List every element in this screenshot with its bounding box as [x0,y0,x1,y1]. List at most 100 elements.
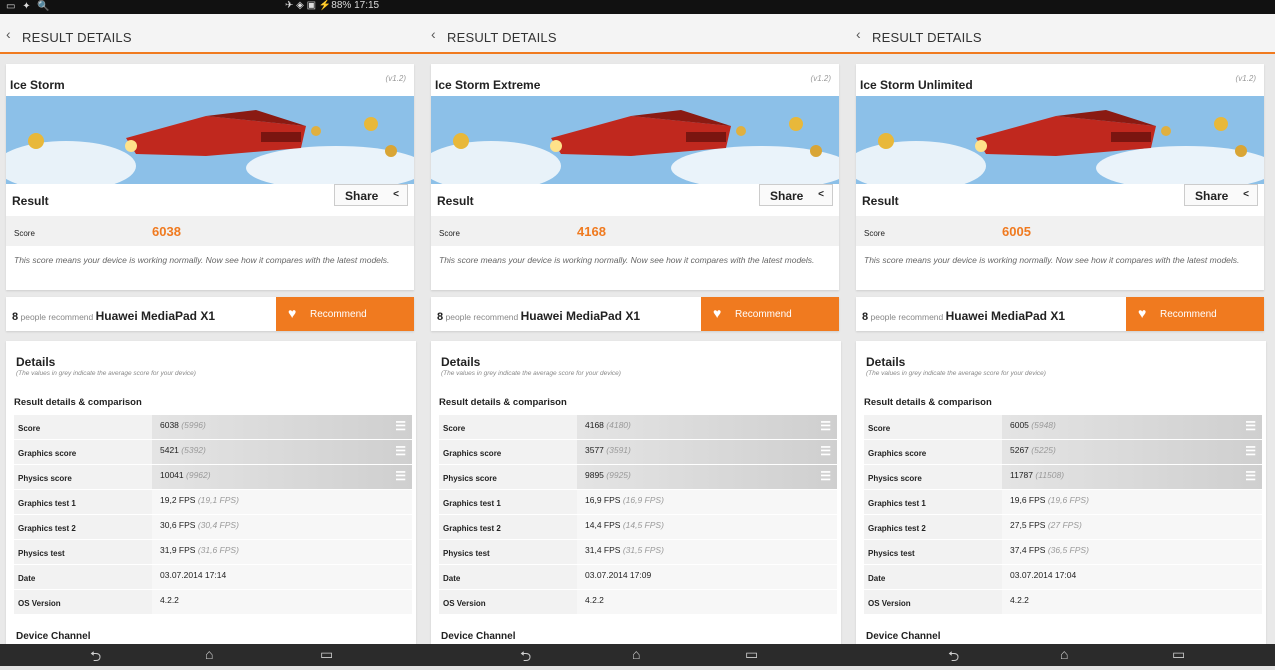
home-icon[interactable]: ⌂ [205,646,213,662]
expand-icon[interactable]: ☰ [395,419,406,433]
details-table: Score 6038 (5996) ☰ Graphics score 5421 (539… [14,415,412,615]
expand-icon[interactable]: ☰ [820,444,831,458]
heart-icon: ♥ [288,305,297,321]
row-label: Graphics test 2 [439,515,577,539]
recents-icon[interactable]: ▭ [1172,646,1185,663]
row-average: (9925) [606,470,631,480]
expand-icon[interactable]: ☰ [395,469,406,483]
comparison-title: Result details & comparison [439,397,567,408]
share-label: Share [345,189,379,203]
table-row: Graphics score 3577 (3591) ☰ [439,440,837,465]
row-average: (31,5 FPS) [622,545,664,555]
row-average: (19,1 FPS) [197,495,239,505]
share-button[interactable]: Share < [759,184,833,206]
row-value-text: 19,6 FPS [1010,495,1046,505]
row-average: (16,9 FPS) [622,495,664,505]
row-value: 4.2.2 [1002,590,1262,614]
table-row: Graphics test 1 16,9 FPS (16,9 FPS) [439,490,837,515]
details-table: Score 6005 (5948) ☰ Graphics score 5267 (522… [864,415,1262,615]
share-button[interactable]: Share < [1184,184,1258,206]
status-icons: ▭ ✦ 🔍 [6,1,52,12]
table-row: Graphics test 2 14,4 FPS (14,5 FPS) [439,515,837,540]
test-name: Ice Storm [10,78,65,92]
back-icon[interactable]: ⮌ [520,646,531,670]
details-subtitle: (The values in grey indicate the average… [866,370,1046,377]
row-label: Graphics score [14,440,152,464]
recommend-caption: people recommend [445,312,519,322]
row-value-text: 3577 [585,445,604,455]
recents-icon[interactable]: ▭ [320,646,333,663]
expand-icon[interactable]: ☰ [1245,444,1256,458]
back-chevron-icon[interactable]: ‹ [6,26,11,42]
row-value-text: 03.07.2014 17:09 [585,570,652,580]
share-label: Share [1195,189,1229,203]
version-label: (v1.2) [385,74,406,83]
table-row: Score 6005 (5948) ☰ [864,415,1262,440]
details-title: Details [16,355,56,369]
recommend-text: 8 people recommend Huawei MediaPad X1 [862,309,1065,323]
row-label: Date [14,565,152,589]
back-icon[interactable]: ⮌ [948,646,959,670]
back-chevron-icon[interactable]: ‹ [431,26,436,42]
table-row: Graphics test 2 30,6 FPS (30,4 FPS) [14,515,412,540]
page-title: RESULT DETAILS [447,30,557,45]
details-table: Score 4168 (4180) ☰ Graphics score 3577 (359… [439,415,837,615]
back-icon[interactable]: ⮌ [90,646,101,670]
details-card: Details (The values in grey indicate the… [6,341,416,644]
row-label: Date [864,565,1002,589]
recommend-button[interactable]: ♥ Recommend [701,297,839,331]
recommend-button[interactable]: ♥ Recommend [1126,297,1264,331]
row-label: Physics score [14,465,152,489]
row-value: 19,2 FPS (19,1 FPS) [152,490,412,514]
recommend-text: 8 people recommend Huawei MediaPad X1 [12,309,215,323]
device-name: Huawei MediaPad X1 [95,309,216,323]
recommend-label: Recommend [310,309,367,320]
table-row: Date 03.07.2014 17:04 [864,565,1262,590]
row-average: (31,6 FPS) [197,545,239,555]
share-button[interactable]: Share < [334,184,408,206]
row-label: Graphics test 2 [14,515,152,539]
result-heading: Result [12,194,49,208]
expand-icon[interactable]: ☰ [820,419,831,433]
score-row: Score 6038 [6,216,414,246]
recommend-card: 8 people recommend Huawei MediaPad X1 ♥ … [856,297,1264,331]
row-value: 4.2.2 [577,590,837,614]
result-heading: Result [437,194,474,208]
table-row: Physics test 31,9 FPS (31,6 FPS) [14,540,412,565]
row-label: Graphics score [439,440,577,464]
row-label: Score [439,415,577,439]
benchmark-result-card: Ice Storm Unlimited (v1.2) Result Share … [856,64,1264,290]
device-name: Huawei MediaPad X1 [520,309,641,323]
row-value: 37,4 FPS (36,5 FPS) [1002,540,1262,564]
row-average: (14,5 FPS) [622,520,664,530]
details-title: Details [441,355,481,369]
row-value-text: 14,4 FPS [585,520,621,530]
back-chevron-icon[interactable]: ‹ [856,26,861,42]
table-row: Graphics score 5267 (5225) ☰ [864,440,1262,465]
row-value: 4.2.2 [152,590,412,614]
details-subtitle: (The values in grey indicate the average… [441,370,621,377]
expand-icon[interactable]: ☰ [1245,469,1256,483]
score-label: Score [864,229,885,238]
expand-icon[interactable]: ☰ [820,469,831,483]
row-value: 03.07.2014 17:04 [1002,565,1262,589]
row-value-text: 31,4 FPS [585,545,621,555]
row-value: 6005 (5948) [1002,415,1262,439]
home-icon[interactable]: ⌂ [632,646,640,662]
row-label: Score [864,415,1002,439]
row-value: 5421 (5392) [152,440,412,464]
row-value: 11787 (11508) [1002,465,1262,489]
row-label: Physics score [439,465,577,489]
test-name: Ice Storm Unlimited [860,78,973,92]
recents-icon[interactable]: ▭ [745,646,758,663]
recommend-button[interactable]: ♥ Recommend [276,297,414,331]
home-icon[interactable]: ⌂ [1060,646,1068,662]
action-bar: ‹ RESULT DETAILS [0,14,425,54]
action-bar: ‹ RESULT DETAILS [425,14,850,54]
row-label: Graphics test 1 [864,490,1002,514]
row-value-text: 27,5 FPS [1010,520,1046,530]
expand-icon[interactable]: ☰ [395,444,406,458]
table-row: Physics test 37,4 FPS (36,5 FPS) [864,540,1262,565]
row-value-text: 31,9 FPS [160,545,196,555]
expand-icon[interactable]: ☰ [1245,419,1256,433]
